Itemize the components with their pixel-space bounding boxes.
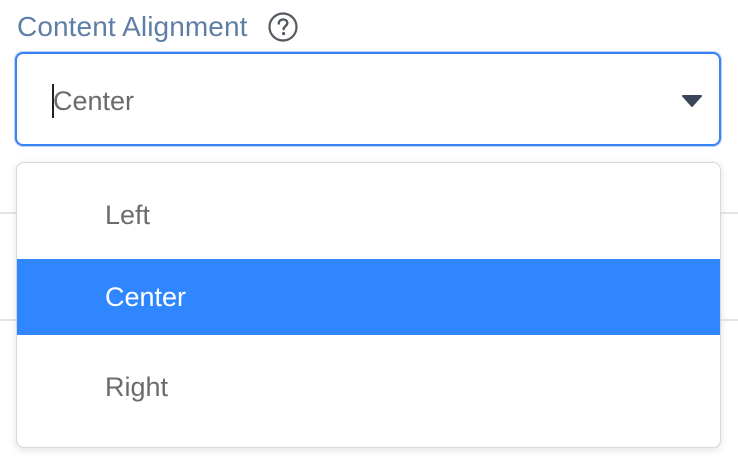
divider <box>721 319 738 321</box>
divider <box>0 212 16 214</box>
select-value: Center <box>53 86 135 116</box>
divider <box>721 212 738 214</box>
settings-panel: Content Alignment Center Left Center Rig… <box>0 0 738 456</box>
option-center[interactable]: Center <box>17 259 720 335</box>
field-label: Content Alignment <box>17 11 248 42</box>
divider <box>0 319 16 321</box>
alignment-options-menu: Left Center Right <box>16 162 721 448</box>
caret-down-icon[interactable] <box>681 94 703 108</box>
option-right[interactable]: Right <box>17 335 720 439</box>
question-circle-icon[interactable] <box>266 10 300 44</box>
options-list: Left Center Right <box>17 171 720 439</box>
field-header: Content Alignment <box>17 8 300 46</box>
alignment-select[interactable]: Center <box>15 52 721 146</box>
option-left[interactable]: Left <box>17 171 720 259</box>
